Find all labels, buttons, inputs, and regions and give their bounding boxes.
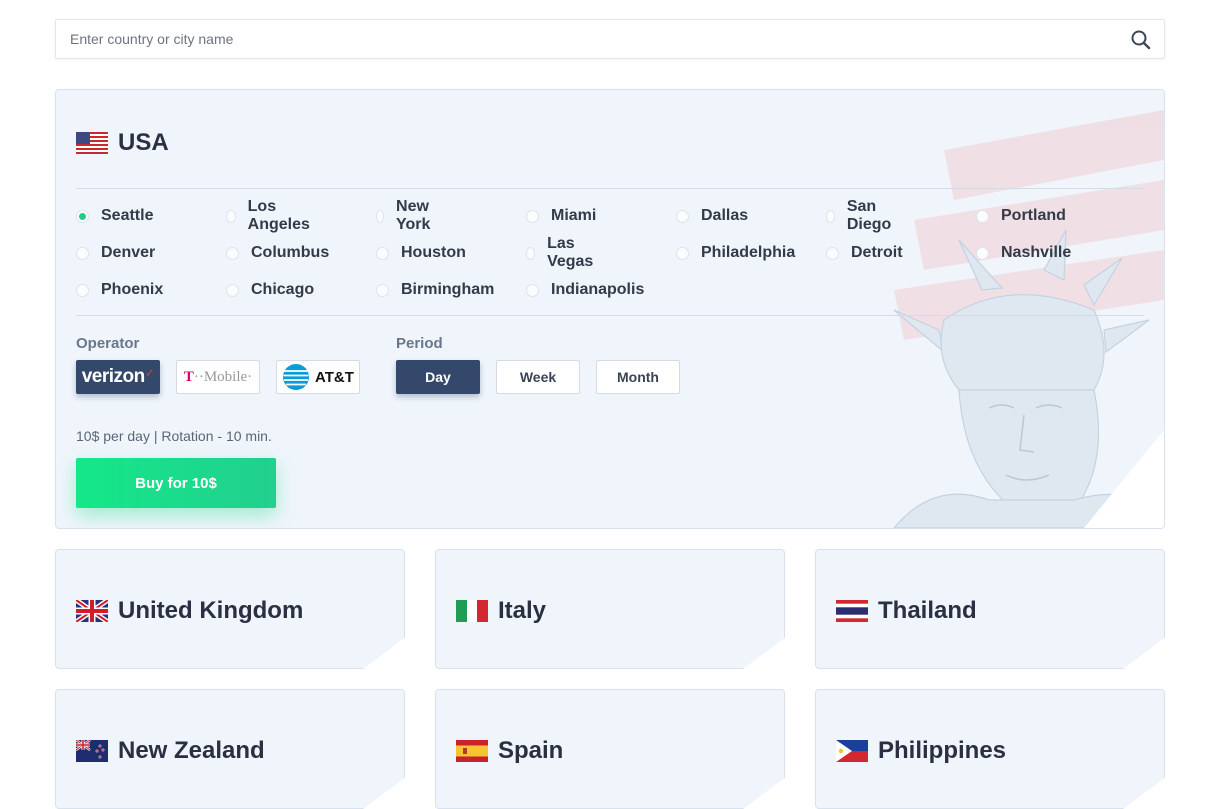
city-label: Miami (551, 207, 597, 224)
country-name: Spain (498, 737, 564, 764)
city-option[interactable]: Los Angeles (226, 198, 313, 233)
selected-country-header: USA (76, 129, 169, 156)
city-label: Portland (1001, 207, 1066, 224)
search-bar (55, 19, 1165, 59)
philippines-flag-icon (836, 740, 868, 762)
selected-country-name: USA (118, 129, 169, 156)
radio-button[interactable] (376, 209, 385, 223)
search-icon[interactable] (1130, 29, 1152, 51)
new-zealand-flag-icon (76, 740, 108, 762)
city-label: Birmingham (401, 281, 495, 298)
spain-flag-icon (456, 740, 488, 762)
city-option[interactable]: Miami (526, 205, 596, 227)
country-card-new-zealand[interactable]: New Zealand (55, 689, 405, 809)
radio-button[interactable] (826, 209, 835, 223)
price-info: 10$ per day | Rotation - 10 min. (76, 428, 272, 444)
city-option[interactable]: Dallas (676, 205, 748, 227)
radio-button[interactable] (226, 283, 239, 297)
country-card-united-kingdom[interactable]: United Kingdom (55, 549, 405, 669)
city-label: Dallas (701, 207, 749, 224)
radio-button[interactable] (676, 209, 689, 223)
city-label: Chicago (251, 281, 315, 298)
operator-att-button[interactable]: AT&T (276, 360, 360, 394)
period-day-button[interactable]: Day (396, 360, 480, 394)
city-option[interactable]: Detroit (826, 242, 903, 264)
operator-verizon-button[interactable]: verizon✓ (76, 360, 160, 394)
radio-button[interactable] (676, 246, 689, 260)
radio-button[interactable] (526, 209, 539, 223)
city-label: Houston (401, 244, 466, 261)
city-option[interactable]: New York (376, 198, 435, 233)
radio-button[interactable] (976, 246, 989, 260)
search-input[interactable] (56, 20, 1110, 58)
country-card-usa: USA Seattle Los Angeles New York Miami Dalla… (55, 89, 1165, 529)
country-name: New Zealand (118, 737, 265, 764)
city-label: Denver (101, 244, 156, 261)
period-label: Period (396, 335, 443, 352)
city-label: Columbus (251, 244, 330, 261)
radio-button[interactable] (76, 246, 89, 260)
city-label: Las Vegas (547, 235, 594, 270)
country-name: United Kingdom (118, 597, 304, 624)
statue-of-liberty-illustration (893, 110, 1164, 528)
buy-button[interactable]: Buy for 10$ (76, 458, 276, 508)
country-name: Italy (498, 597, 547, 624)
city-label: Nashville (1001, 244, 1072, 261)
operator-tmobile-button[interactable]: T··Mobile· (176, 360, 260, 394)
period-week-button[interactable]: Week (496, 360, 580, 394)
uk-flag-icon (76, 600, 108, 622)
att-label: AT&T (315, 368, 354, 386)
radio-button[interactable] (376, 283, 389, 297)
city-option[interactable]: Phoenix (76, 279, 163, 301)
radio-button[interactable] (76, 283, 89, 297)
city-option[interactable]: Las Vegas (526, 235, 597, 270)
country-card-philippines[interactable]: Philippines (815, 689, 1165, 809)
city-option[interactable]: Philadelphia (676, 242, 795, 264)
period-month-button[interactable]: Month (596, 360, 680, 394)
city-label: New York (396, 198, 431, 233)
city-label: Los Angeles (247, 198, 310, 233)
city-option[interactable]: Columbus (226, 242, 329, 264)
city-label: San Diego (846, 198, 892, 233)
radio-button[interactable] (526, 246, 536, 260)
city-option[interactable]: Birmingham (376, 279, 494, 301)
verizon-logo: verizon✓ (81, 366, 155, 387)
city-label: Phoenix (101, 281, 164, 298)
radio-button[interactable] (526, 283, 539, 297)
divider (76, 315, 1144, 316)
city-option[interactable]: Nashville (976, 242, 1071, 264)
radio-button[interactable] (226, 246, 239, 260)
city-label: Indianapolis (551, 281, 645, 298)
country-name: Philippines (878, 737, 1007, 764)
usa-flag-icon (76, 132, 108, 154)
city-label: Detroit (851, 244, 903, 261)
tmobile-logo: T··Mobile· (183, 368, 253, 385)
city-option[interactable]: Houston (376, 242, 466, 264)
italy-flag-icon (456, 600, 488, 622)
city-option[interactable]: San Diego (826, 198, 895, 233)
operator-label: Operator (76, 335, 140, 352)
country-name: Thailand (878, 597, 977, 624)
radio-button[interactable] (376, 246, 389, 260)
city-option[interactable]: Indianapolis (526, 279, 644, 301)
city-label: Seattle (101, 207, 154, 224)
country-card-thailand[interactable]: Thailand (815, 549, 1165, 669)
country-card-italy[interactable]: Italy (435, 549, 785, 669)
thailand-flag-icon (836, 600, 868, 622)
radio-button[interactable] (76, 209, 89, 223)
divider (76, 188, 1144, 189)
city-option[interactable]: Denver (76, 242, 155, 264)
radio-button[interactable] (976, 209, 989, 223)
city-option[interactable]: Seattle (76, 205, 153, 227)
city-label: Philadelphia (701, 244, 796, 261)
radio-button[interactable] (826, 246, 839, 260)
att-globe-icon (283, 364, 310, 390)
city-option[interactable]: Portland (976, 205, 1066, 227)
radio-button[interactable] (226, 209, 236, 223)
city-option[interactable]: Chicago (226, 279, 314, 301)
country-card-spain[interactable]: Spain (435, 689, 785, 809)
